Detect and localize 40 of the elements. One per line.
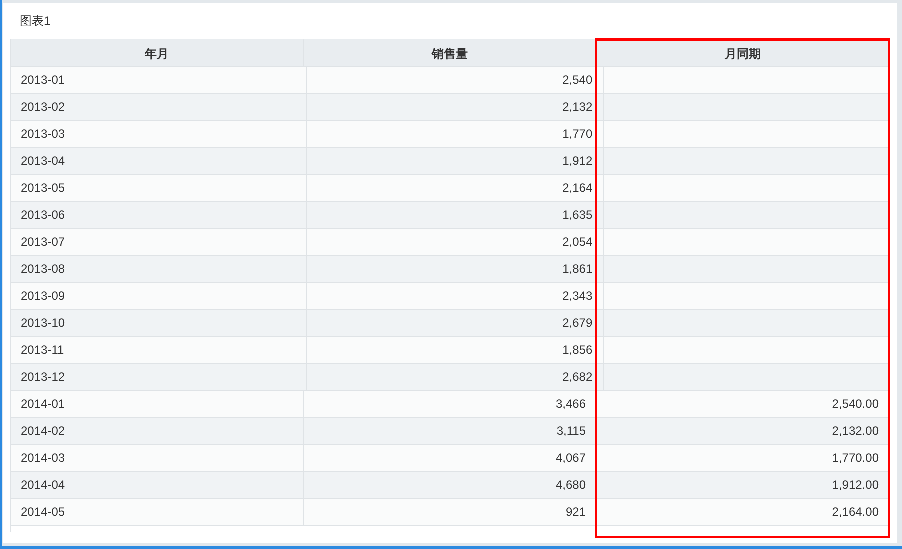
panel-title: 图表1 xyxy=(20,12,51,30)
table-cell: 1,912.00 xyxy=(597,472,890,498)
table-cell: 4,680 xyxy=(304,472,597,498)
table-cell: 921 xyxy=(304,499,597,525)
table-cell: 2,164.00 xyxy=(597,499,890,525)
table-cell: 4,067 xyxy=(304,445,597,471)
table-cell: 2,164 xyxy=(307,175,604,201)
table-cell: 2013-08 xyxy=(11,256,308,282)
table-cell: 2013-06 xyxy=(11,202,308,228)
table-cell: 1,635 xyxy=(307,202,604,228)
table-cell: 2,540.00 xyxy=(597,391,890,417)
table-cell: 2,682 xyxy=(307,364,604,390)
table-cell: 1,912 xyxy=(307,148,604,174)
table-cell: 2014-02 xyxy=(11,418,304,444)
table-cell: 2,054 xyxy=(307,229,604,255)
table-cell: 1,770 xyxy=(307,121,604,147)
table-cell: 2,132.00 xyxy=(597,418,890,444)
table-cell: 2014-01 xyxy=(11,391,304,417)
table-cell: 2013-02 xyxy=(11,94,308,120)
table-cell: 2013-07 xyxy=(11,229,308,255)
table-cell: 2013-04 xyxy=(11,148,308,174)
table-cell: 2013-01 xyxy=(11,67,308,93)
table-cell: 2014-05 xyxy=(11,499,304,525)
table-cell: 2,679 xyxy=(307,310,604,336)
table-cell: 1,856 xyxy=(307,337,604,363)
table-cell: 3,115 xyxy=(304,418,597,444)
table-cell: 1,861 xyxy=(307,256,604,282)
table-cell: 2013-09 xyxy=(11,283,308,309)
table-cell: 2013-03 xyxy=(11,121,308,147)
table-cell: 2,540 xyxy=(307,67,604,93)
table-cell: 2,343 xyxy=(307,283,604,309)
table-cell: 2013-12 xyxy=(11,364,308,390)
table-cell: 2014-03 xyxy=(11,445,304,471)
table-cell: 2013-11 xyxy=(11,337,308,363)
table-cell: 1,770.00 xyxy=(597,445,890,471)
table-cell: 2013-10 xyxy=(11,310,308,336)
table-cell: 2013-05 xyxy=(11,175,308,201)
table-cell: 2014-04 xyxy=(11,472,304,498)
table-cell: 3,466 xyxy=(304,391,597,417)
table-cell: 2,132 xyxy=(307,94,604,120)
